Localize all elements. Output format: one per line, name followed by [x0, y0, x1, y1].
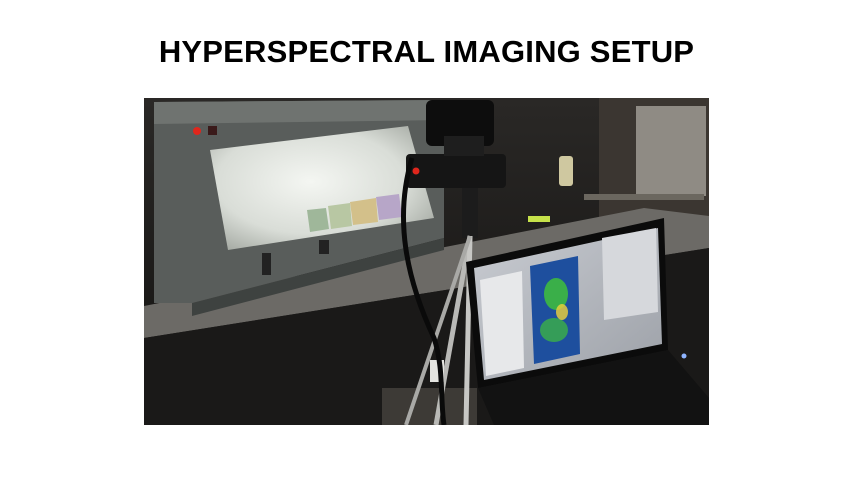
slide-title: HYPERSPECTRAL IMAGING SETUP — [158, 34, 695, 69]
bottle — [559, 156, 573, 186]
setup-photo — [144, 98, 709, 425]
lightbox-top — [154, 100, 444, 124]
radiator — [636, 106, 706, 196]
lightbox-foot — [262, 253, 271, 275]
indicator-light-red — [193, 127, 201, 135]
yellow-tag — [528, 216, 550, 222]
shelf-edge — [584, 194, 704, 200]
indicator-switch — [208, 126, 217, 135]
screen-heatmap — [530, 256, 580, 364]
lightbox-clip — [319, 240, 329, 254]
box-under-desk — [382, 388, 477, 425]
setup-photo-illustration — [144, 98, 709, 425]
